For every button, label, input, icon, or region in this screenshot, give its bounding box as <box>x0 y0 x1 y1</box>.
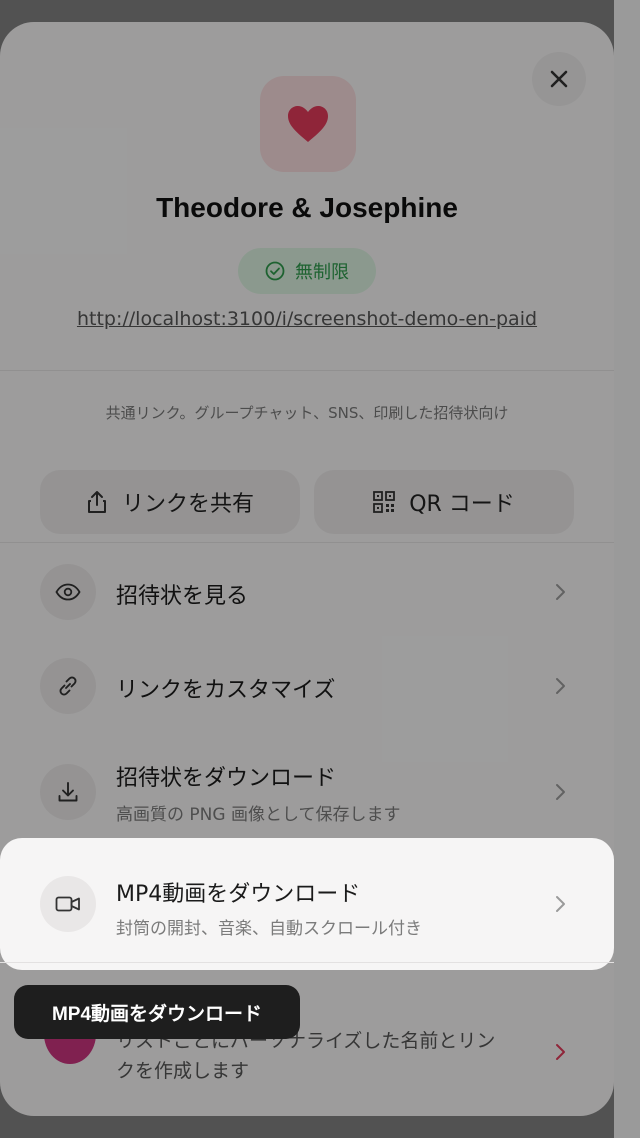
tooltip: MP4動画をダウンロード <box>14 985 300 1039</box>
menu-item-subtitle: 封筒の開封、音楽、自動スクロール付き <box>116 919 422 939</box>
menu-item-download-mp4[interactable]: MP4動画をダウンロード 封筒の開封、音楽、自動スクロール付き <box>0 838 614 970</box>
video-camera-icon-wrap <box>40 876 96 932</box>
video-camera-icon <box>55 896 80 912</box>
chevron-right-icon <box>556 896 565 912</box>
menu-item-title: MP4動画をダウンロード <box>116 882 361 907</box>
divider <box>0 962 614 963</box>
backdrop-edge <box>614 0 640 1138</box>
